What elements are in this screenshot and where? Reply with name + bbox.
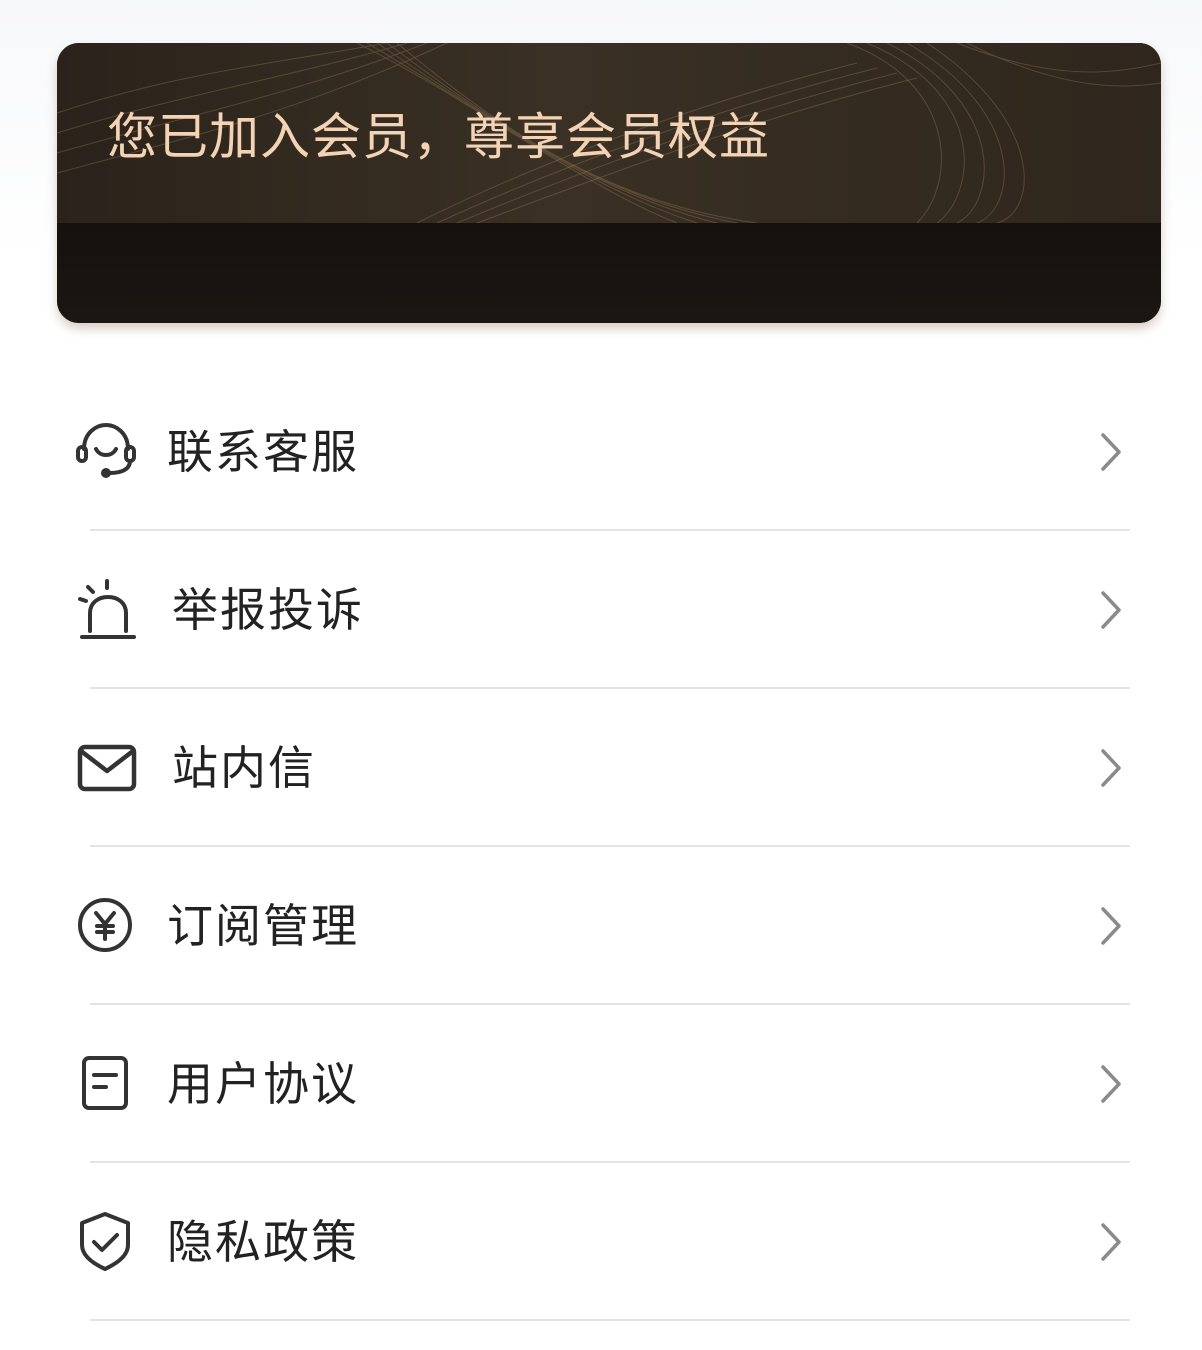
chevron-right-icon	[1101, 591, 1121, 629]
menu-item-label: 隐私政策	[167, 1215, 359, 1269]
settings-menu: 联系客服 举报投诉 站内信 订阅管理 用户协议 隐私政策	[0, 373, 1202, 1321]
divider	[90, 1319, 1130, 1321]
chevron-right-icon	[1101, 1223, 1121, 1261]
headset-icon	[74, 419, 138, 483]
menu-item-customer-service[interactable]: 联系客服	[0, 373, 1202, 531]
mail-icon	[74, 735, 138, 799]
menu-item-label: 联系客服	[167, 425, 359, 479]
menu-item-label: 订阅管理	[167, 899, 359, 953]
settings-page: 您已加入会员，尊享会员权益 联系客服 举报投诉 站内信 订阅管理 用户协议 隐私…	[0, 0, 1202, 1350]
menu-item-user-agreement[interactable]: 用户协议	[0, 1005, 1202, 1163]
menu-item-label: 举报投诉	[172, 583, 364, 637]
chevron-right-icon	[1101, 1065, 1121, 1103]
yen-coin-icon	[74, 893, 138, 957]
chevron-right-icon	[1101, 749, 1121, 787]
banner-lower-band	[57, 223, 1161, 323]
member-banner[interactable]: 您已加入会员，尊享会员权益	[57, 43, 1161, 323]
menu-item-report[interactable]: 举报投诉	[0, 531, 1202, 689]
alarm-siren-icon	[74, 577, 138, 641]
menu-item-label: 用户协议	[167, 1057, 359, 1111]
menu-item-label: 站内信	[172, 741, 316, 795]
document-icon	[74, 1051, 138, 1115]
chevron-right-icon	[1101, 433, 1121, 471]
chevron-right-icon	[1101, 907, 1121, 945]
shield-check-icon	[74, 1209, 138, 1273]
member-status-text: 您已加入会员，尊享会员权益	[107, 108, 770, 166]
menu-item-inbox[interactable]: 站内信	[0, 689, 1202, 847]
menu-item-subscription[interactable]: 订阅管理	[0, 847, 1202, 1005]
menu-item-privacy-policy[interactable]: 隐私政策	[0, 1163, 1202, 1321]
